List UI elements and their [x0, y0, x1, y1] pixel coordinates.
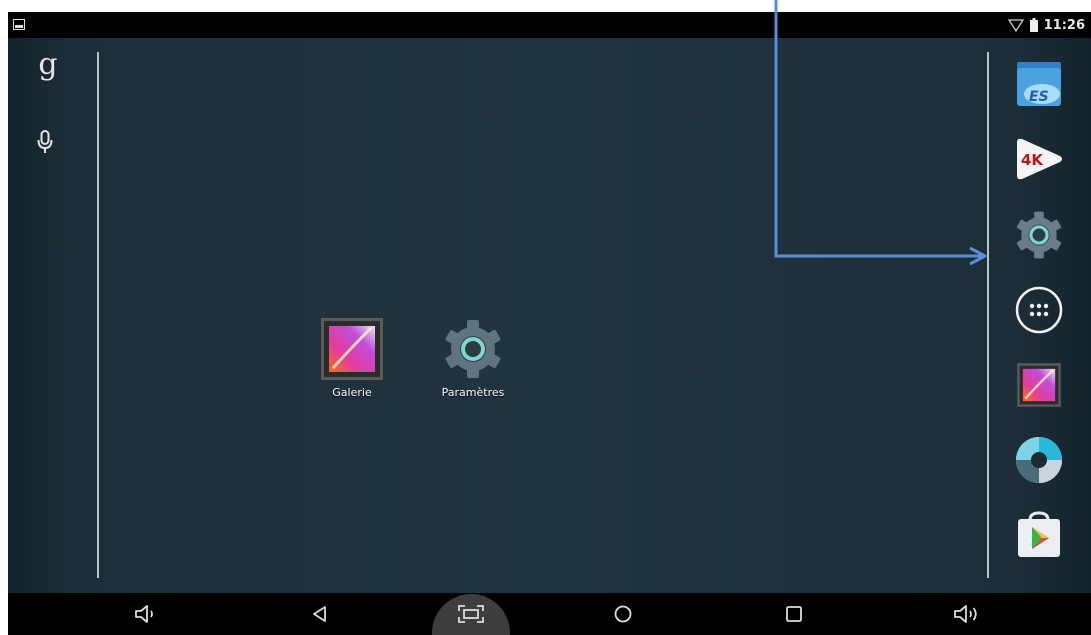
clock: 11:26: [1043, 17, 1085, 33]
wifi-icon: [1007, 19, 1024, 32]
image-notification-icon: [13, 19, 25, 30]
4k-player-icon[interactable]: 4K: [1014, 134, 1064, 184]
right-divider: [987, 52, 989, 578]
volume-down-button[interactable]: [120, 593, 170, 635]
recents-button[interactable]: [769, 593, 819, 635]
volume-up-button[interactable]: [942, 593, 992, 635]
app-gallery[interactable]: Galerie: [307, 318, 397, 399]
settings-icon[interactable]: [1014, 210, 1064, 260]
app-label: Galerie: [332, 386, 372, 399]
home-icon: [614, 605, 632, 623]
gallery-icon: [321, 318, 383, 380]
back-icon: [313, 606, 326, 622]
app-label: Paramètres: [441, 386, 505, 399]
settings-icon: [445, 320, 501, 378]
home-button[interactable]: [598, 593, 648, 635]
navigation-bar: [8, 593, 1091, 635]
status-right: 11:26: [1007, 15, 1085, 35]
left-divider: [97, 52, 99, 578]
es-file-explorer-icon[interactable]: ES: [1014, 60, 1064, 110]
4k-text: 4K: [1021, 151, 1044, 169]
google-icon[interactable]: g: [36, 50, 60, 86]
app-settings[interactable]: Paramètres: [428, 318, 518, 399]
tablet-screen: 11:26 g Galerie Paramètres ES 4K: [8, 12, 1091, 635]
gallery-icon[interactable]: [1014, 360, 1064, 410]
es-text: ES: [1029, 89, 1049, 105]
app-drawer-icon[interactable]: [1014, 285, 1064, 335]
recents-icon: [786, 606, 802, 622]
play-store-icon[interactable]: [1014, 510, 1064, 560]
camera-icon[interactable]: [1014, 435, 1064, 485]
screenshot-icon: [458, 605, 484, 623]
microphone-icon[interactable]: [37, 130, 53, 154]
screenshot-button[interactable]: [442, 593, 500, 635]
status-bar: 11:26: [8, 12, 1091, 38]
battery-icon: [1029, 18, 1038, 32]
home-screen: g Galerie Paramètres ES 4K: [8, 38, 1091, 593]
volume-up-icon: [954, 605, 977, 623]
volume-down-icon: [135, 605, 153, 623]
back-button[interactable]: [295, 593, 345, 635]
